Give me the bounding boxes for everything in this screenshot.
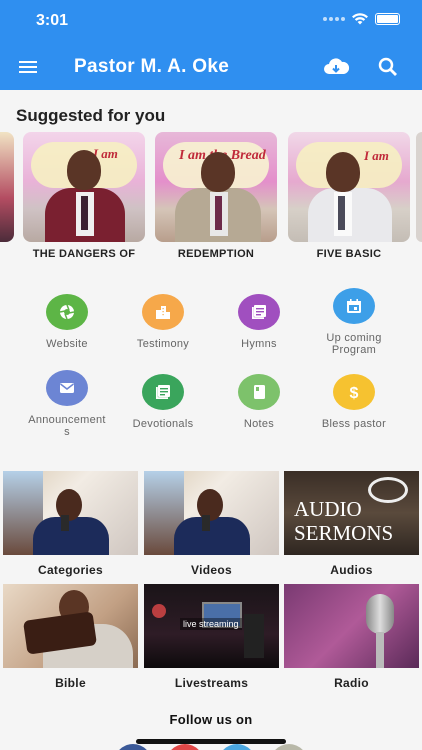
- media-tile-audios[interactable]: AUDIO SERMONS Audios: [284, 471, 419, 577]
- library-books-icon: [142, 374, 184, 410]
- menu-item-label: Notes: [243, 418, 275, 430]
- status-bar: 3:01: [0, 0, 422, 44]
- suggested-thumbnail: I am: [23, 132, 145, 242]
- suggested-card[interactable]: I am the Bread REDEMPTION: [155, 132, 277, 260]
- menu-item-label: Devotionals: [132, 418, 194, 430]
- radio-image: [284, 584, 419, 668]
- bible-image: [3, 584, 138, 668]
- suggested-card-partial[interactable]: [416, 132, 422, 242]
- menu-item-label: Testimony: [136, 338, 190, 350]
- menu-item-devotionals[interactable]: Devotionals: [113, 374, 213, 430]
- library-books-icon: [238, 294, 280, 330]
- home-indicator: [136, 739, 286, 744]
- categories-image: [3, 471, 138, 555]
- thumbnail-banner-text: I am: [364, 148, 389, 163]
- hamburger-menu-icon[interactable]: [18, 56, 40, 78]
- media-label: Categories: [37, 563, 104, 577]
- suggested-thumbnail: I am the Bread: [155, 132, 277, 242]
- media-label: Audios: [330, 563, 373, 577]
- instagram-icon[interactable]: [270, 744, 308, 750]
- media-label: Radio: [334, 676, 369, 690]
- audio-sermons-overlay: AUDIO SERMONS: [294, 497, 394, 545]
- twitter-icon[interactable]: [218, 744, 256, 750]
- menu-item-label: Announcements: [28, 414, 106, 438]
- status-icons: [323, 13, 400, 25]
- book-icon: [238, 374, 280, 410]
- status-time: 3:01: [36, 12, 69, 29]
- menu-item-website[interactable]: Website: [17, 294, 117, 350]
- livestreams-image: live streaming: [144, 584, 279, 668]
- media-tile-radio[interactable]: Radio: [284, 584, 419, 690]
- calendar-icon: [333, 288, 375, 324]
- media-label: Livestreams: [174, 676, 249, 690]
- media-tile-videos[interactable]: Videos: [144, 471, 279, 577]
- svg-text:$: $: [350, 385, 359, 401]
- mail-icon: [46, 370, 88, 406]
- suggested-thumbnail: I am: [288, 132, 410, 242]
- signal-icon: [323, 17, 345, 21]
- follow-title: Follow us on: [169, 712, 253, 727]
- suggested-card[interactable]: I am FIVE BASIC: [288, 132, 410, 260]
- app-bar: Pastor M. A. Oke: [0, 44, 422, 90]
- battery-icon: [375, 13, 400, 25]
- livestream-overlay: live streaming: [180, 618, 242, 630]
- media-label: Bible: [55, 676, 86, 690]
- media-label: Videos: [191, 563, 232, 577]
- dollar-icon: $: [333, 374, 375, 410]
- camera-aperture-icon: [46, 294, 88, 330]
- suggested-card-partial[interactable]: [0, 132, 14, 242]
- suggested-label: FIVE BASIC: [316, 248, 382, 260]
- menu-item-label: Hymns: [241, 338, 277, 350]
- media-tile-bible[interactable]: Bible: [3, 584, 138, 690]
- buildings-icon: [142, 294, 184, 330]
- suggested-title: Suggested for you: [16, 106, 166, 125]
- suggested-card[interactable]: I am THE DANGERS OF: [23, 132, 145, 260]
- suggested-label: REDEMPTION: [177, 248, 255, 260]
- menu-item-label: Website: [46, 338, 88, 350]
- menu-item-announcements[interactable]: Announcements: [17, 370, 117, 438]
- menu-item-label: Up coming Program: [326, 332, 382, 356]
- menu-item-hymns[interactable]: Hymns: [209, 294, 309, 350]
- suggested-carousel[interactable]: I am THE DANGERS OF I am the Bread REDEM…: [0, 132, 422, 264]
- wifi-icon: [352, 13, 368, 25]
- menu-item-upcoming-program[interactable]: Up coming Program: [304, 288, 404, 356]
- facebook-icon[interactable]: [114, 744, 152, 750]
- media-tile-livestreams[interactable]: live streaming Livestreams: [144, 584, 279, 690]
- media-tile-categories[interactable]: Categories: [3, 471, 138, 577]
- app-title: Pastor M. A. Oke: [74, 56, 230, 77]
- videos-image: [144, 471, 279, 555]
- audios-image: AUDIO SERMONS: [284, 471, 419, 555]
- menu-item-bless-pastor[interactable]: $ Bless pastor: [304, 374, 404, 430]
- menu-item-label: Bless pastor: [321, 418, 387, 430]
- cloud-download-icon[interactable]: [322, 54, 350, 80]
- menu-item-testimony[interactable]: Testimony: [113, 294, 213, 350]
- youtube-icon[interactable]: [166, 744, 204, 750]
- search-icon[interactable]: [376, 55, 400, 79]
- suggested-label: THE DANGERS OF: [32, 248, 136, 260]
- menu-item-notes[interactable]: Notes: [209, 374, 309, 430]
